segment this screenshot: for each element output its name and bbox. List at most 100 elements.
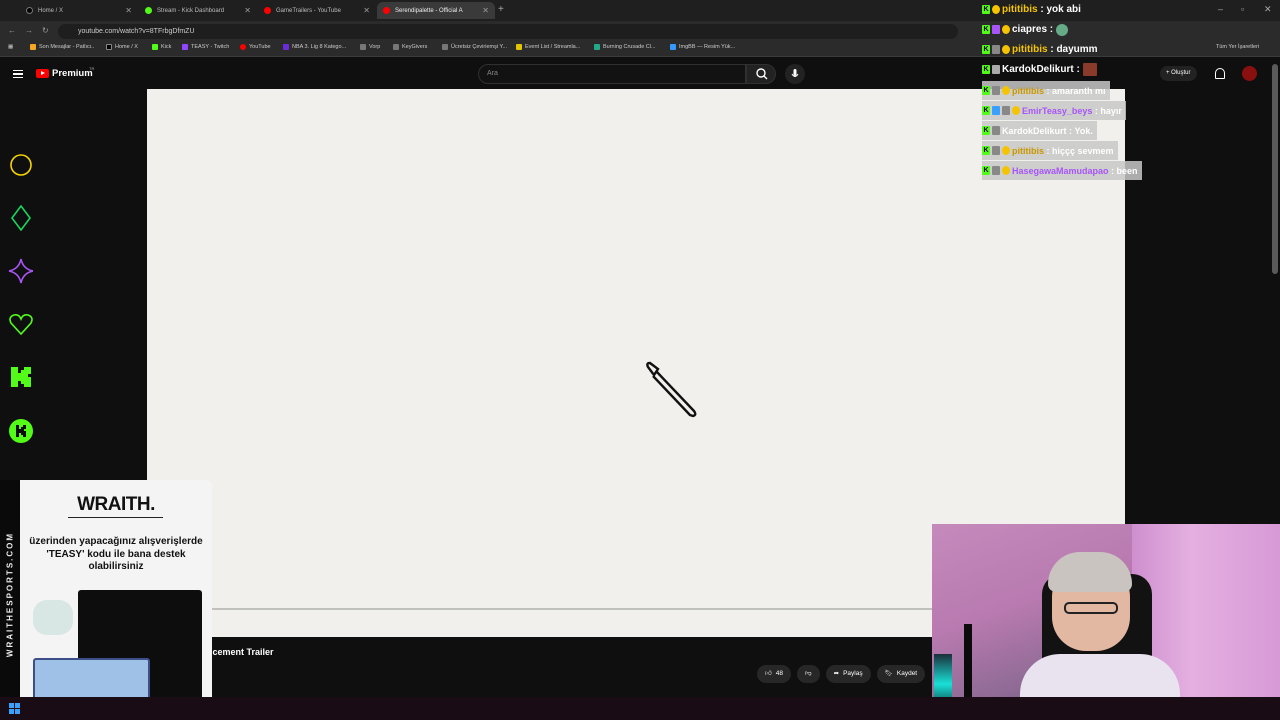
avatar[interactable] [1242, 66, 1257, 81]
youtube-play-icon [36, 69, 49, 78]
bookmark-item[interactable]: Burning Crusade Cl... [594, 44, 656, 50]
tab-label: Serendipalette - Official A [395, 7, 463, 14]
share-icon: ➦ [833, 670, 840, 677]
search-placeholder: Ara [487, 70, 498, 77]
earbuds-image [33, 600, 73, 635]
create-button[interactable]: + Oluştur [1160, 66, 1197, 81]
save-button[interactable]: 🔖︎ Kaydet [876, 665, 926, 683]
windows-start-icon[interactable] [9, 703, 20, 714]
chat-username: KardokDelikurt [1002, 64, 1074, 75]
chat-message: K KardokDelikurt : Yok. [982, 121, 1097, 140]
close-icon[interactable]: ✕ [482, 6, 489, 15]
bookmark-item[interactable]: ImgBB — Resim Yük... [670, 44, 735, 50]
paintbrush-icon [646, 361, 697, 418]
tab-label: GameTrailers - YouTube [276, 7, 341, 14]
diamond-icon [8, 204, 33, 231]
circle-icon [8, 152, 33, 177]
chat-username: KardokDelikurt [1002, 125, 1067, 136]
youtube-logo[interactable]: Premium TR [36, 66, 95, 79]
search-icon [756, 68, 768, 80]
chat-username: pititibis [1002, 4, 1038, 15]
bookmark-item[interactable]: Event List / Streamla... [516, 44, 580, 50]
bookmark-item[interactable]: Vorp [360, 44, 380, 50]
search-input[interactable]: Ara [478, 64, 746, 84]
like-count: 48 [775, 670, 784, 677]
sparkle-icon [8, 258, 33, 283]
voice-search-button[interactable] [785, 64, 805, 84]
logo-region: TR [89, 66, 95, 71]
sponsor-text: üzerinden yapacağınız alışverişlerde 'TE… [29, 536, 203, 572]
tab-label: Stream - Kick Dashboard [157, 7, 225, 14]
x-icon [26, 7, 33, 14]
chat-username: pititibis [1012, 145, 1044, 156]
bookmark-item[interactable]: Son Mesajlar - Patlıcı.. [30, 44, 94, 50]
share-label: Paylaş [843, 670, 863, 677]
streamer-hair [1048, 552, 1132, 592]
bookmark-item[interactable]: KeyGivers [393, 44, 427, 50]
taskbar [0, 697, 1280, 720]
tab-kick[interactable]: Stream - Kick Dashboard ✕ [139, 2, 257, 19]
dislike-button[interactable]: 👎︎ [797, 665, 820, 683]
menu-icon[interactable] [13, 70, 23, 78]
reload-icon[interactable]: ↻ [42, 26, 49, 35]
chat-message: K KardokDelikurt : [982, 60, 1099, 79]
chat-message: Kpititibis : amaranth mı [982, 81, 1110, 100]
new-tab-button[interactable]: + [498, 4, 504, 15]
url-field[interactable]: youtube.com/watch?v=8TFrbgDfmZU [58, 24, 958, 39]
back-icon[interactable]: ← [8, 26, 16, 35]
chat-username: ciapres [1012, 24, 1048, 35]
microphone-icon [791, 69, 799, 77]
bookmark-item[interactable]: TEASY - Twitch [182, 44, 229, 50]
chat-message: K EmirTeasy_beys : hayır [982, 101, 1126, 120]
chat-username: pititibis [1012, 85, 1044, 96]
bookmark-item[interactable]: Home / X [106, 44, 138, 50]
share-button[interactable]: ➦ Paylaş [825, 665, 871, 683]
chat-message: K HasegawaMamudapao : been [982, 161, 1142, 180]
maximize-icon[interactable]: ▫ [1241, 4, 1244, 14]
emote-icon [1055, 23, 1068, 36]
kick-icon [8, 364, 33, 389]
page-scrollbar[interactable] [1272, 64, 1278, 274]
bookmark-item[interactable]: Kick [152, 44, 171, 50]
chat-message: Kpititibis : yok abi [982, 4, 1081, 15]
glasses [1064, 602, 1118, 614]
thumbs-up-icon: 👍︎ [765, 670, 772, 677]
like-button[interactable]: 👍︎ 48 [757, 665, 792, 683]
close-icon[interactable]: ✕ [125, 6, 132, 15]
chat-username: EmirTeasy_beys [1022, 105, 1093, 116]
kick-icon [145, 7, 152, 14]
url-text: youtube.com/watch?v=8TFrbgDfmZU [78, 28, 195, 35]
heart-icon [8, 311, 33, 336]
close-icon[interactable]: ✕ [244, 6, 251, 15]
save-label: Kaydet [896, 670, 918, 677]
tab-serendipalette[interactable]: Serendipalette - Official A ✕ [377, 2, 495, 19]
forward-icon[interactable]: → [25, 26, 33, 35]
search-button[interactable] [746, 64, 776, 84]
close-icon[interactable]: ✕ [363, 6, 370, 15]
chat-username: pititibis [1012, 44, 1048, 55]
notifications-icon[interactable] [1215, 68, 1225, 79]
sponsor-url: WRAITHESPORTS.COM [5, 531, 15, 658]
apps-icon[interactable]: ▦ [8, 44, 13, 50]
minimize-icon[interactable]: – [1218, 4, 1223, 14]
chat-text: yok abi [1046, 4, 1081, 15]
all-bookmarks[interactable]: Tüm Yer İşaretleri [1216, 44, 1259, 50]
video-progress-bar[interactable] [207, 608, 935, 610]
chat-username: HasegawaMamudapao [1012, 165, 1109, 176]
webcam-overlay [932, 524, 1280, 720]
bookmark-item[interactable]: Ücretsiz Çeviriemşi Y... [442, 44, 507, 50]
bookmark-item[interactable]: YouTube [240, 44, 271, 50]
chat-text: hiççç sevmem [1052, 145, 1114, 156]
bookmark-item[interactable]: NBA 3. Lig 8 Katego... [283, 44, 346, 50]
create-label: Oluştur [1171, 70, 1191, 76]
tab-x[interactable]: Home / X ✕ [20, 2, 138, 19]
chat-text: hayır [1100, 105, 1122, 116]
chat-message: Kciapres : [982, 20, 1070, 39]
video-title: ncement Trailer [207, 647, 274, 657]
thumbs-down-icon: 👎︎ [805, 670, 812, 677]
divider [68, 517, 163, 518]
close-window-icon[interactable]: ✕ [1264, 4, 1272, 15]
logo-text: Premium [52, 68, 93, 79]
tab-gametrailers[interactable]: GameTrailers - YouTube ✕ [258, 2, 376, 19]
sponsor-logo: WRAITH. [77, 494, 155, 515]
